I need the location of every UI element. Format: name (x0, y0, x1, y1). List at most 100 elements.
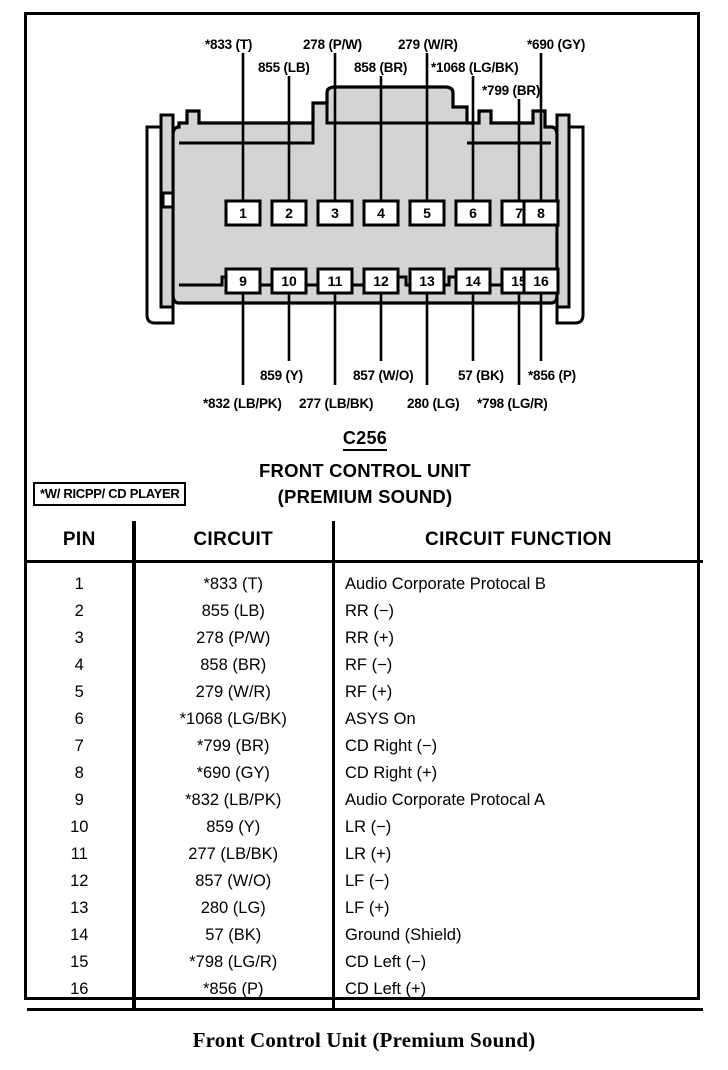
cell-pin: 5 (27, 679, 135, 706)
wire-label-pin-4: 858 (BR) (354, 60, 408, 75)
table-header: PIN CIRCUIT CIRCUIT FUNCTION (27, 521, 703, 563)
pin-box-1: 1 (224, 199, 262, 227)
connector-illustration: 12345678 9 10 11 12 13 14 15 16 (145, 53, 585, 385)
table-row: 13 280 (LG) LF (+) (27, 895, 703, 922)
cell-circuit: 280 (LG) (133, 895, 334, 922)
cell-pin: 4 (27, 652, 135, 679)
pin-box-4: 4 (362, 199, 400, 227)
wire-label-pin-6: *1068 (LG/BK) (431, 60, 519, 75)
svg-text:1: 1 (239, 205, 247, 221)
cell-circuit: *798 (LG/R) (133, 949, 334, 976)
pin-box-14: 14 (454, 267, 492, 295)
pin-box-12: 12 (362, 267, 400, 295)
cell-circuit: *799 (BR) (133, 733, 334, 760)
table-row: 10 859 (Y) LR (−) (27, 814, 703, 841)
wire-label-pin-16: *856 (P) (528, 368, 576, 383)
svg-text:5: 5 (423, 205, 431, 221)
cell-circuit-function: RF (+) (345, 683, 393, 701)
wire-label-pin-13: 280 (LG) (407, 396, 460, 411)
cell-circuit: 277 (LB/BK) (133, 841, 334, 868)
pin-box-11: 11 (316, 267, 354, 295)
cell-pin: 7 (27, 733, 135, 760)
wire-label-pin-11: 277 (LB/BK) (299, 396, 374, 411)
pin-box-2: 2 (270, 199, 308, 227)
cell-pin: 14 (27, 922, 135, 949)
cell-circuit-function: ASYS On (345, 710, 416, 728)
svg-text:8: 8 (537, 205, 545, 221)
table-row: 5 279 (W/R) RF (+) (27, 679, 703, 706)
cell-circuit-function: CD Left (+) (345, 980, 427, 998)
wire-label-pin-12: 857 (W/O) (353, 368, 414, 383)
svg-text:10: 10 (281, 273, 297, 289)
pin-box-13: 13 (408, 267, 446, 295)
column-header-circuit: CIRCUIT (133, 521, 334, 563)
cell-circuit: *856 (P) (133, 976, 334, 1008)
cell-pin: 15 (27, 949, 135, 976)
asterisk-note-text: *W/ RICPP/ CD PLAYER (40, 486, 180, 501)
table-row: 14 57 (BK) Ground (Shield) (27, 922, 703, 949)
column-header-pin: PIN (27, 521, 135, 563)
svg-text:4: 4 (377, 205, 385, 221)
wire-label-pin-9: *832 (LB/PK) (203, 396, 282, 411)
connector-id-label: C256 (27, 428, 703, 451)
cell-pin: 1 (27, 561, 135, 598)
pin-box-9: 9 (224, 267, 262, 295)
svg-text:13: 13 (419, 273, 435, 289)
table-row: 6 *1068 (LG/BK) ASYS On (27, 706, 703, 733)
cell-pin: 16 (27, 976, 135, 1008)
wire-label-pin-5: 279 (W/R) (398, 37, 458, 52)
table-row: 15 *798 (LG/R) CD Left (−) (27, 949, 703, 976)
wire-label-pin-2: 855 (LB) (258, 60, 310, 75)
pin-assignment-table: PIN CIRCUIT CIRCUIT FUNCTION 1 *833 (T) Au… (27, 521, 703, 1008)
bottom-pin-row: 9 10 11 12 13 14 15 16 (224, 267, 560, 295)
wire-label-pin-14: 57 (BK) (458, 368, 504, 383)
pin-box-8: 8 (522, 199, 560, 227)
pin-box-6: 6 (454, 199, 492, 227)
cell-circuit: 279 (W/R) (133, 679, 334, 706)
svg-text:11: 11 (328, 273, 343, 289)
pin-box-5: 5 (408, 199, 446, 227)
table-column-divider (333, 521, 335, 1008)
table-column-divider (133, 521, 136, 1008)
svg-text:6: 6 (469, 205, 477, 221)
cell-circuit-function: Audio Corporate Protocal B (345, 575, 546, 593)
cell-pin: 11 (27, 841, 135, 868)
connector-id-text: C256 (342, 428, 388, 451)
cell-pin: 2 (27, 598, 135, 625)
svg-text:16: 16 (533, 273, 549, 289)
cell-pin: 10 (27, 814, 135, 841)
cell-pin: 9 (27, 787, 135, 814)
svg-text:7: 7 (515, 205, 523, 221)
wire-label-pin-7: *799 (BR) (482, 83, 541, 98)
cell-circuit-function: LF (−) (345, 872, 390, 890)
table-row: 4 858 (BR) RF (−) (27, 652, 703, 679)
cell-circuit: 859 (Y) (133, 814, 334, 841)
connector-diagram: 12345678 9 10 11 12 13 14 15 16 *833 (T) 855 (LB… (27, 15, 703, 415)
wire-label-pin-10: 859 (Y) (260, 368, 303, 383)
table-row: 1 *833 (T) Audio Corporate Protocal B (27, 561, 703, 598)
table-row: 12 857 (W/O) LF (−) (27, 868, 703, 895)
cell-circuit: *1068 (LG/BK) (133, 706, 334, 733)
pin-box-16: 16 (522, 267, 560, 295)
cell-circuit: 57 (BK) (133, 922, 334, 949)
cell-circuit: 858 (BR) (133, 652, 334, 679)
cell-circuit-function: CD Right (−) (345, 737, 438, 755)
asterisk-note-box: *W/ RICPP/ CD PLAYER (33, 482, 187, 506)
cell-pin: 6 (27, 706, 135, 733)
table-row: 2 855 (LB) RR (−) (27, 598, 703, 625)
cell-circuit: *832 (LB/PK) (133, 787, 334, 814)
cell-circuit-function: CD Right (+) (345, 764, 438, 782)
cell-circuit: *690 (GY) (133, 760, 334, 787)
cell-circuit-function: RF (−) (345, 656, 393, 674)
cell-pin: 8 (27, 760, 135, 787)
diagram-page-frame: 12345678 9 10 11 12 13 14 15 16 *833 (T) 855 (LB… (24, 12, 703, 1011)
table-row: 9 *832 (LB/PK) Audio Corporate Protocal A (27, 787, 703, 814)
table-row: 3 278 (P/W) RR (+) (27, 625, 703, 652)
table-row: 8 *690 (GY) CD Right (+) (27, 760, 703, 787)
cell-pin: 13 (27, 895, 135, 922)
svg-text:12: 12 (373, 273, 389, 289)
cell-circuit: *833 (T) (133, 561, 334, 598)
svg-text:14: 14 (465, 273, 481, 289)
svg-text:3: 3 (331, 205, 339, 221)
cell-circuit: 278 (P/W) (133, 625, 334, 652)
